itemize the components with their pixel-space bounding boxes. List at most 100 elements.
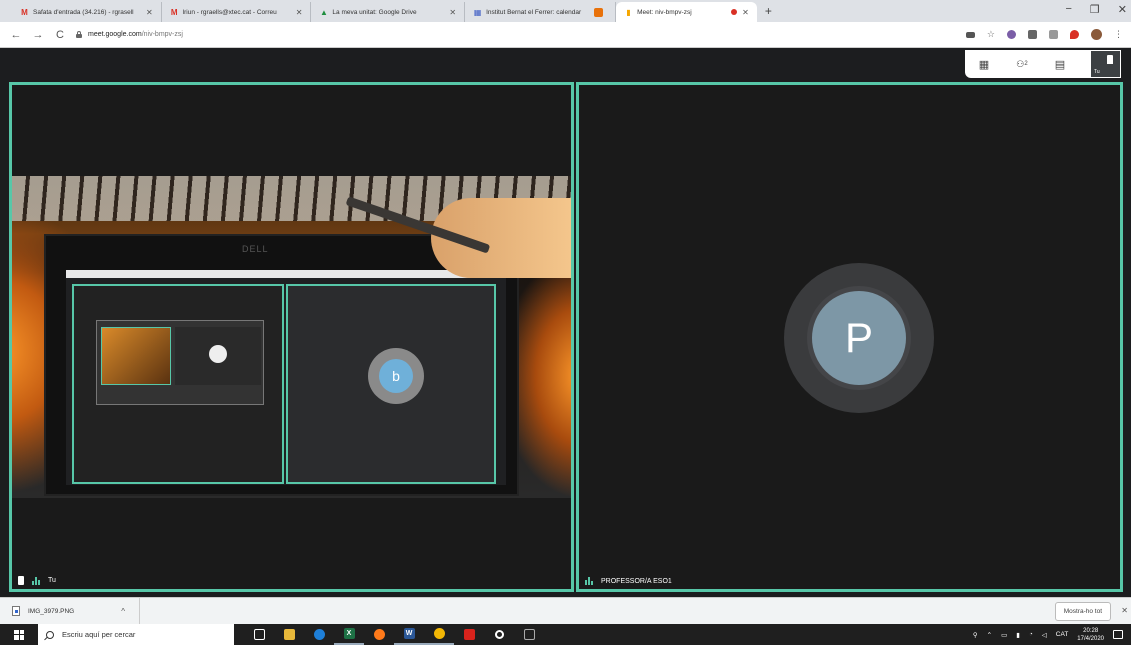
tab-gmail-mail[interactable]: M lriun - rgraells@xtec.cat - Correu ✕ xyxy=(162,2,312,22)
wifi-icon[interactable]: ◔ xyxy=(1029,631,1033,638)
forward-icon[interactable]: → xyxy=(32,29,44,41)
close-window-icon[interactable]: ✕ xyxy=(1118,3,1127,16)
extension-icon[interactable] xyxy=(1028,30,1037,39)
nested-tile xyxy=(72,284,284,484)
show-all-button[interactable]: Mostra-ho tot xyxy=(1054,601,1111,621)
windows-taskbar: Escriu aquí per cercar X W ⚲ ⌃ ▭ ▮ ◔ ◁ C… xyxy=(0,624,1131,645)
word-button[interactable]: W xyxy=(394,624,424,645)
chrome-button[interactable] xyxy=(424,624,454,645)
edge-icon xyxy=(313,629,325,640)
grid-icon[interactable]: ▦ xyxy=(965,50,1003,78)
menu-icon[interactable]: ⋮ xyxy=(1114,29,1123,40)
minimize-icon[interactable]: − xyxy=(1065,3,1071,16)
close-icon[interactable]: ✕ xyxy=(1121,606,1128,615)
chat-icon[interactable]: ▤ xyxy=(1041,50,1079,78)
extension-icon[interactable] xyxy=(1007,30,1016,39)
close-tab-icon[interactable]: ✕ xyxy=(449,8,456,17)
camera-feed: DELL b xyxy=(12,176,571,498)
tab-meet[interactable]: ▮ Meet: niv-bmpv-zsj ✕ xyxy=(616,2,757,22)
file-explorer-button[interactable] xyxy=(274,624,304,645)
avatar[interactable] xyxy=(1091,29,1102,40)
clock[interactable]: 20:28 17/4/2020 xyxy=(1077,627,1104,643)
participant-caption: Tu xyxy=(18,576,56,585)
gmail-icon: M xyxy=(170,7,178,17)
people-icon: ⚇ xyxy=(1016,58,1025,69)
window-controls: − ❐ ✕ xyxy=(1065,3,1127,16)
mic-level-icon xyxy=(32,576,40,585)
nested-meet-view xyxy=(96,320,264,405)
search-app-button[interactable] xyxy=(484,624,514,645)
screen: M Safata d'entrada (34.216) - rgrasell ✕… xyxy=(0,0,1131,645)
laptop: DELL b xyxy=(44,234,519,496)
word-icon: W xyxy=(403,628,415,639)
avatar-halo: P xyxy=(807,286,911,390)
star-icon[interactable]: ☆ xyxy=(987,29,995,40)
close-tab-icon[interactable]: ✕ xyxy=(296,8,303,17)
drive-icon: ▲ xyxy=(319,7,328,17)
edge-button[interactable] xyxy=(304,624,334,645)
download-filename: IMG_3979.PNG xyxy=(28,607,75,615)
tab-gmail-inbox[interactable]: M Safata d'entrada (34.216) - rgrasell ✕ xyxy=(12,2,162,22)
acrobat-button[interactable] xyxy=(454,624,484,645)
participant-tile-self[interactable]: DELL b Tu xyxy=(9,82,574,592)
address-bar-row: ← → C meet.google.com /niv-bmpv-zsj ☆ ⋮ xyxy=(0,22,1131,48)
tab-title: Safata d'entrada (34.216) - rgrasell xyxy=(33,8,134,16)
camera-icon[interactable] xyxy=(965,31,975,38)
new-tab-button[interactable]: + xyxy=(765,2,772,22)
task-view-button[interactable] xyxy=(244,624,274,645)
url-field[interactable]: meet.google.com /niv-bmpv-zsj xyxy=(76,26,946,44)
participant-tile-professor[interactable]: P PROFESSOR/A ESO1 xyxy=(576,82,1123,592)
avatar: P xyxy=(812,291,906,385)
windows-logo-icon xyxy=(14,629,24,640)
meet-stage: ▦ ⚇ 2 ▤ Tu DELL b Tu P PROFESSOR/A ESO1 xyxy=(0,48,1131,597)
volume-icon[interactable]: ◁ xyxy=(1042,631,1047,639)
people-button[interactable]: ⚇ 2 xyxy=(1003,50,1041,78)
reload-icon[interactable]: C xyxy=(54,29,66,41)
shield-icon[interactable] xyxy=(1070,30,1079,39)
grid-extension-icon[interactable] xyxy=(1049,30,1058,39)
tab-title: La meva unitat: Google Drive xyxy=(332,8,417,16)
window-icon xyxy=(523,629,535,640)
pin-icon[interactable] xyxy=(18,576,24,585)
image-file-icon xyxy=(12,606,20,616)
tab-calendar[interactable]: ▦ Institut Bernat el Ferrer: calendar xyxy=(465,2,617,22)
close-tab-icon[interactable]: ✕ xyxy=(742,8,749,17)
lock-icon xyxy=(76,31,82,38)
participant-caption: PROFESSOR/A ESO1 xyxy=(585,577,672,585)
laptop-screen: b xyxy=(66,270,506,485)
search-placeholder: Escriu aquí per cercar xyxy=(62,630,136,639)
chevron-up-icon[interactable]: ^ xyxy=(121,607,125,616)
recording-dot-icon xyxy=(731,9,738,15)
taskbar-search[interactable]: Escriu aquí per cercar xyxy=(38,624,234,645)
maximize-icon[interactable]: ❐ xyxy=(1090,3,1100,16)
close-tab-icon[interactable]: ✕ xyxy=(146,8,153,17)
network-icon[interactable]: ▭ xyxy=(1001,631,1007,639)
chevron-up-icon[interactable]: ⌃ xyxy=(987,631,992,639)
task-view-icon xyxy=(253,629,265,640)
self-preview[interactable]: Tu xyxy=(1091,51,1120,77)
app-button[interactable] xyxy=(514,624,544,645)
excel-button[interactable]: X xyxy=(334,624,364,645)
extension-toolbar: ☆ ⋮ xyxy=(965,29,1123,40)
people-icon[interactable]: ⚲ xyxy=(973,631,978,639)
download-item[interactable]: IMG_3979.PNG ^ xyxy=(0,597,140,625)
meet-top-panel: ▦ ⚇ 2 ▤ Tu xyxy=(965,50,1121,78)
tab-google-drive[interactable]: ▲ La meva unitat: Google Drive ✕ xyxy=(311,2,466,22)
language-indicator[interactable]: CAT xyxy=(1056,631,1069,638)
system-tray: ⚲ ⌃ ▭ ▮ ◔ ◁ CAT 20:28 17/4/2020 xyxy=(973,627,1123,643)
notification-icon[interactable] xyxy=(1113,630,1123,639)
back-icon[interactable]: ← xyxy=(10,29,22,41)
mic-level-icon xyxy=(585,577,593,585)
extension-icon xyxy=(594,7,604,17)
taskbar-apps: X W xyxy=(244,624,544,645)
battery-icon[interactable]: ▮ xyxy=(1016,631,1020,639)
firefox-button[interactable] xyxy=(364,624,394,645)
tab-title: Meet: niv-bmpv-zsj xyxy=(637,8,692,16)
url-host: meet.google.com xyxy=(88,31,142,38)
folder-icon xyxy=(283,629,295,640)
acrobat-icon xyxy=(463,629,475,640)
laptop-brand: DELL xyxy=(242,244,269,254)
chrome-icon xyxy=(433,628,445,639)
start-button[interactable] xyxy=(0,624,38,645)
url-path: /niv-bmpv-zsj xyxy=(141,31,183,38)
